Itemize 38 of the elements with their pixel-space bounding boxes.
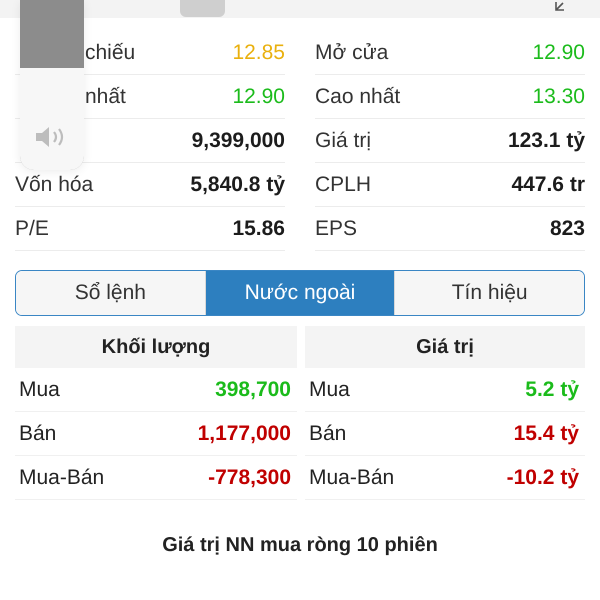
stat-value: 9,399,000 bbox=[192, 128, 285, 152]
row-value: 15.4 tỷ bbox=[514, 422, 579, 446]
stat-value: 12.85 bbox=[232, 40, 285, 64]
column-header: Khối lượng bbox=[15, 326, 297, 368]
row-label: Bán bbox=[309, 422, 346, 446]
stat-label: nhất bbox=[84, 84, 126, 108]
row-label: Bán bbox=[19, 422, 56, 446]
stat-label: EPS bbox=[315, 216, 358, 240]
row-value: 1,177,000 bbox=[198, 422, 291, 446]
stat-value: 123.1 tỷ bbox=[508, 128, 585, 152]
stat-label: Mở cửa bbox=[315, 40, 388, 64]
row-value: 5.2 tỷ bbox=[525, 378, 579, 402]
tab[interactable]: Sổ lệnh bbox=[16, 271, 205, 315]
stat-value: 13.30 bbox=[532, 84, 585, 108]
stat-label: Cao nhất bbox=[315, 84, 400, 108]
row-value: -10.2 tỷ bbox=[506, 466, 579, 490]
stat-value: 5,840.8 tỷ bbox=[190, 172, 285, 196]
stat-value: 12.90 bbox=[232, 84, 285, 108]
row-label: Mua-Bán bbox=[19, 466, 104, 490]
stat-value: 15.86 bbox=[232, 216, 285, 240]
stat-label: chiếu bbox=[84, 40, 136, 64]
tab[interactable]: Nước ngoài bbox=[204, 271, 394, 315]
row-label: Mua-Bán bbox=[309, 466, 394, 490]
chart-title: Giá trị NN mua ròng 10 phiên bbox=[161, 534, 439, 557]
tab[interactable]: Tín hiệu bbox=[394, 271, 584, 315]
stat-label: P/E bbox=[15, 216, 49, 240]
stat-value: 823 bbox=[550, 216, 585, 240]
stat-label: CPLH bbox=[315, 172, 372, 196]
row-value: 398,700 bbox=[215, 378, 291, 402]
stat-label: Vốn hóa bbox=[15, 172, 94, 196]
row-label: Mua bbox=[19, 378, 60, 402]
column-header: Giá trị bbox=[305, 326, 585, 368]
row-value: -778,300 bbox=[208, 466, 291, 490]
stat-label: Giá trị bbox=[315, 128, 372, 152]
stat-value: 12.90 bbox=[532, 40, 585, 64]
expand-icon[interactable] bbox=[554, 2, 566, 12]
row-label: Mua bbox=[309, 378, 350, 402]
stat-value: 447.6 tr bbox=[511, 172, 585, 196]
